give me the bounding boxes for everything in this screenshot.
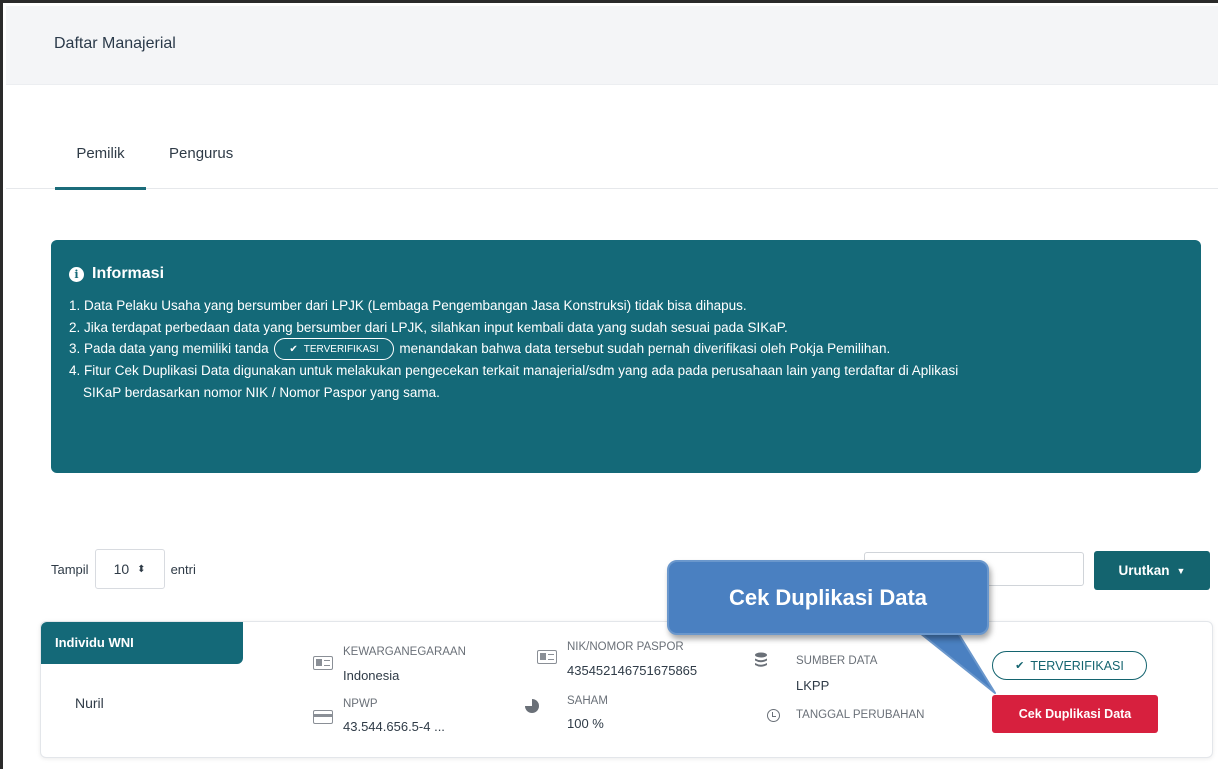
sumber-data-value: LKPP (796, 678, 830, 693)
info-item-3-end: menandakan bahwa data tersebut sudah per… (399, 341, 891, 356)
info-item-3: 3. Pada data yang memiliki tanda ✔ TERVER… (69, 338, 1184, 361)
entries-value: 10 (113, 561, 130, 577)
page-header: Daftar Manajerial (6, 6, 1218, 85)
verified-label: TERVERIFIKASI (1030, 658, 1124, 673)
info-title: i Informasi (69, 265, 164, 283)
info-item-3-start: 3. Pada data yang memiliki tanda (69, 341, 269, 356)
caret-down-icon: ▼ (1176, 565, 1186, 576)
saham-label: SAHAM (567, 695, 608, 707)
info-item-4: 4. Fitur Cek Duplikasi Data digunakan un… (69, 363, 959, 379)
check-icon: ✔ (289, 343, 298, 355)
clock-icon (767, 709, 780, 722)
badge-example-label: TERVERIFIKASI (303, 343, 379, 355)
info-icon: i (69, 266, 84, 282)
tab-pengurus[interactable]: Pengurus (169, 145, 233, 189)
pie-chart-icon (525, 699, 539, 713)
show-label: Tampil (51, 561, 89, 577)
sort-label: Urutkan (1118, 563, 1170, 578)
tanggal-perubahan-label: TANGGAL PERUBAHAN (796, 709, 925, 721)
sort-button[interactable]: Urutkan ▼ (1094, 551, 1210, 590)
npwp-label: NPWP (343, 698, 378, 710)
nik-value: 435452146751675865 (567, 663, 698, 678)
info-item-2: 2. Jika terdapat perbedaan data yang ber… (69, 319, 788, 335)
saham-value: 100 % (567, 716, 604, 731)
entries-label: entri (170, 561, 196, 577)
id-card-icon (313, 656, 333, 670)
kewarganegaraan-label: KEWARGANEGARAAN (343, 646, 466, 658)
credit-card-icon (313, 710, 333, 724)
entries-select[interactable]: 10 ⬍ (94, 549, 165, 589)
check-icon: ✔ (1015, 660, 1025, 672)
page-title: Daftar Manajerial (54, 35, 176, 52)
updown-icon: ⬍ (137, 563, 146, 575)
info-list: 1. Data Pelaku Usaha yang bersumber dari… (69, 295, 1184, 403)
info-item-1: 1. Data Pelaku Usaha yang bersumber dari… (69, 298, 747, 313)
npwp-value: 43.544.656.5-4 ... (343, 719, 445, 734)
info-panel: i Informasi 1. Data Pelaku Usaha yang be… (51, 240, 1201, 473)
annotation-callout: Cek Duplikasi Data (667, 560, 989, 635)
info-item-4-cont: SIKaP berdasarkan nomor NIK / Nomor Pasp… (83, 384, 440, 400)
verified-badge-example: ✔ TERVERIFIKASI (274, 338, 394, 361)
kewarganegaraan-value: Indonesia (343, 668, 400, 683)
info-title-text: Informasi (92, 265, 165, 282)
tab-pemilik[interactable]: Pemilik (55, 145, 146, 190)
record-type-tag: Individu WNI (41, 622, 243, 664)
verified-badge: ✔ TERVERIFIKASI (992, 651, 1147, 680)
record-name: Nuril (75, 695, 104, 711)
entries-control: Tampil 10 ⬍ entri (51, 548, 196, 590)
cek-duplikasi-button[interactable]: Cek Duplikasi Data (992, 695, 1158, 733)
nik-label: NIK/NOMOR PASPOR (567, 641, 684, 653)
database-icon (755, 652, 767, 667)
tab-bar: Pemilik Pengurus (6, 133, 1218, 190)
passport-card-icon (537, 650, 557, 664)
sumber-data-label: SUMBER DATA (796, 655, 878, 667)
